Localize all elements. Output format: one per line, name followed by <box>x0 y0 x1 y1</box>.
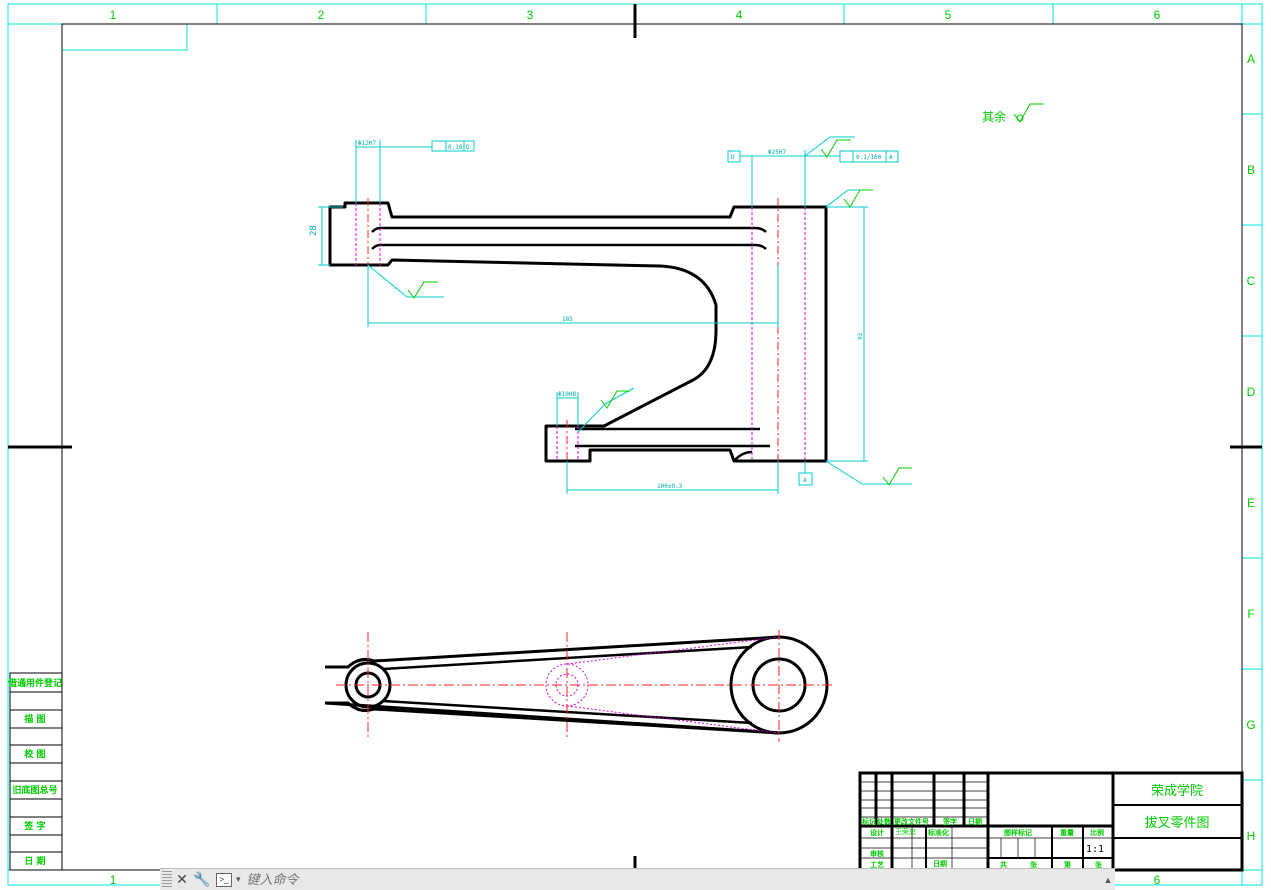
side-row-3: 校 图 <box>24 748 45 760</box>
dim-length-185: 185 <box>562 316 573 323</box>
stage-label: 图样标记 <box>1004 828 1032 837</box>
design-name: 王荣忠 <box>895 827 916 836</box>
zone-col-1-bottom: 1 <box>110 873 117 887</box>
header-date: 日期 <box>968 817 982 826</box>
zone-row-a: A <box>1247 52 1255 66</box>
side-row-6: 日 期 <box>24 855 45 867</box>
side-row-2: 描 图 <box>24 713 45 725</box>
command-bar: ✕ 🔧 >_ ▾ ▲ <box>160 868 1115 890</box>
side-row-4: 旧底图总号 <box>12 784 57 796</box>
dim-bore-bottom: Φ10H8 <box>558 391 576 398</box>
hidden-lines <box>355 203 806 461</box>
dim-bore-top-left: Φ12H7 <box>358 140 376 147</box>
command-input[interactable] <box>244 871 1101 888</box>
zone-col-6-bottom: 6 <box>1154 873 1161 887</box>
zone-col-5: 5 <box>945 8 952 22</box>
zone-row-e: E <box>1247 496 1255 510</box>
zone-col-3: 3 <box>527 8 534 22</box>
ratio-label: 比例 <box>1090 828 1104 837</box>
scale-value: 1:1 <box>1086 844 1104 855</box>
dim-bore-top-right: Φ25H7 <box>768 149 786 156</box>
zone-row-g: G <box>1246 718 1255 732</box>
dim-perp-tol: 0.1/100 <box>856 154 882 161</box>
chevron-down-icon[interactable]: ▾ <box>236 874 241 885</box>
review-label: 审核 <box>870 849 884 858</box>
part-name: 拔叉零件图 <box>1144 816 1209 831</box>
zone-col-6: 6 <box>1154 8 1161 22</box>
centering-marks <box>8 4 1262 885</box>
weight-label: 重量 <box>1060 828 1074 837</box>
dim-perp-datum: A <box>889 154 893 161</box>
zone-labels: 1 2 3 4 5 6 1 6 A B C D E F G H <box>110 8 1256 887</box>
side-row-5: 签 字 <box>23 820 45 832</box>
zone-row-b: B <box>1247 163 1255 177</box>
header-file: 更改文件号 <box>894 817 929 826</box>
zone-row-f: F <box>1247 607 1254 621</box>
close-icon[interactable]: ✕ <box>172 871 192 889</box>
top-view-centerlines <box>336 630 832 742</box>
header-sign: 签字 <box>942 817 957 826</box>
scroll-up-icon[interactable]: ▲ <box>1101 875 1115 885</box>
zone-col-2: 2 <box>318 8 325 22</box>
dim-height-right: 93 <box>857 332 864 340</box>
drawing-frame <box>7 3 1263 886</box>
command-prompt-icon[interactable]: >_ <box>216 872 232 887</box>
zone-row-d: D <box>1247 385 1256 399</box>
drawing-canvas[interactable]: 1 2 3 4 5 6 1 6 A B C D E F G H 其余 Φ12H7… <box>0 0 1271 889</box>
header-mark: 标记 <box>861 817 876 826</box>
dim-length-100: 100±0.3 <box>657 483 683 490</box>
zone-row-h: H <box>1247 829 1256 843</box>
svg-text:其余: 其余 <box>982 109 1006 124</box>
date-label: 日期 <box>933 859 947 868</box>
zone-row-c: C <box>1247 274 1256 288</box>
zone-col-4: 4 <box>736 8 743 22</box>
design-label: 设计 <box>870 828 884 837</box>
header-count: 处数 <box>876 817 892 826</box>
side-table: 借通用件登记 描 图 校 图 旧底图总号 签 字 日 期 <box>7 672 63 871</box>
dim-parallel-datum: D <box>466 144 470 151</box>
grip-handle[interactable] <box>162 871 172 888</box>
side-row-1: 借通用件登记 <box>7 677 62 689</box>
title-block: 荣成学院 拔叉零件图 标记 处数 更改文件号 签字 日期 设计 王荣忠 标准化 … <box>858 771 1244 872</box>
zone-col-1: 1 <box>110 8 117 22</box>
wrench-icon[interactable]: 🔧 <box>192 871 212 889</box>
school-name: 荣成学院 <box>1151 783 1203 799</box>
roughness-symbols <box>407 139 912 486</box>
dim-parallel-tol: 0.16 <box>448 144 463 151</box>
surface-note: 其余 <box>982 103 1044 124</box>
dim-height-28: 28 <box>309 225 319 236</box>
std-label: 标准化 <box>927 828 949 837</box>
dim-datum-d: D <box>731 154 735 161</box>
dim-datum-a: A <box>803 477 807 484</box>
dimension-lines <box>318 136 912 494</box>
